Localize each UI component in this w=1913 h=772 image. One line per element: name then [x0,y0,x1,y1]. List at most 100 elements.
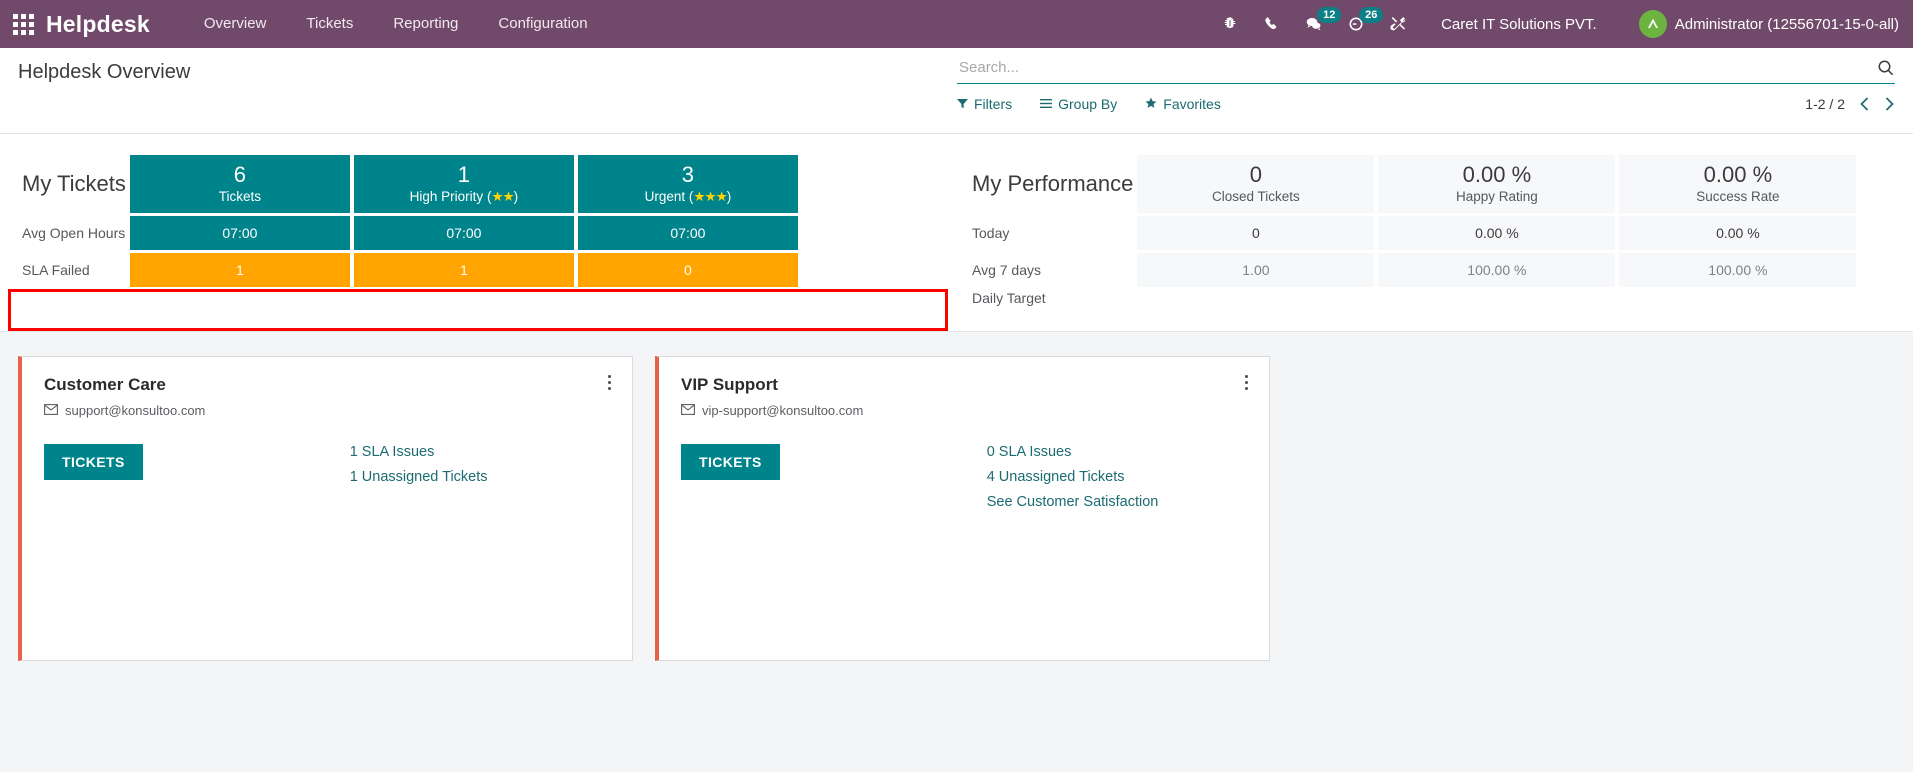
facets-row: Filters Group By Favorites 1-2 / 2 [957,96,1895,112]
tickets-button[interactable]: TICKETS [44,444,143,480]
team-card-vip-support[interactable]: VIP Support vip-support@konsultoo.com TI… [655,356,1270,661]
team-card-email-text: support@konsultoo.com [65,403,206,418]
avatar [1638,10,1667,38]
activity-clock-icon[interactable]: 26 [1335,0,1384,48]
control-panel: Helpdesk Overview Filters Group By [0,48,1913,134]
team-card-links: 0 SLA Issues 4 Unassigned Tickets See Cu… [987,444,1159,510]
user-menu[interactable]: Administrator (12556701-15-0-all) [1613,10,1899,38]
tile-tickets[interactable]: 6 Tickets [129,155,350,213]
company-selector[interactable]: Caret IT Solutions PVT. [1419,16,1613,33]
success-rate-label: Success Rate [1696,189,1780,204]
kebab-menu-icon[interactable] [1237,371,1255,393]
link-sla-issues[interactable]: 1 SLA Issues [350,444,488,460]
app-brand[interactable]: Helpdesk [46,11,150,38]
link-unassigned-tickets[interactable]: 4 Unassigned Tickets [987,469,1159,485]
favorites-button[interactable]: Favorites [1145,96,1221,112]
avg-open-hours-tickets[interactable]: 07:00 [129,216,350,250]
team-card-body: TICKETS 1 SLA Issues 1 Unassigned Ticket… [44,444,612,485]
closed-tickets-label: Closed Tickets [1211,189,1300,204]
chat-icon[interactable]: 12 [1293,0,1342,48]
pager-count: 1-2 / 2 [1805,96,1845,112]
search-input[interactable] [957,56,1877,79]
search-bar[interactable] [957,56,1895,84]
avg-open-hours-high-priority[interactable]: 07:00 [353,216,574,250]
envelope-icon [44,403,58,418]
page-title: Helpdesk Overview [18,61,191,83]
happy-rating-value: 0.00 % [1462,162,1532,187]
tile-urgent-value: 3 [681,162,695,187]
closed-tickets-value: 0 [1249,162,1263,187]
my-tickets-panel: My Tickets 6 Tickets 1 High Priority (★★… [0,134,950,331]
table-row: Avg 7 days 1.00 100.00 % 100.00 % [954,253,1857,287]
search-icon[interactable] [1877,59,1895,77]
tickets-button[interactable]: TICKETS [681,444,780,480]
table-row: My Performance 0 Closed Tickets 0.00 % H… [954,155,1857,213]
link-sla-issues[interactable]: 0 SLA Issues [987,444,1159,460]
happy-rating-label: Happy Rating [1455,189,1538,204]
next-page-icon[interactable] [1884,97,1895,111]
table-row: SLA Failed 1 1 0 [4,253,798,287]
star-icon [1145,96,1157,112]
team-card-email-text: vip-support@konsultoo.com [702,403,864,418]
favorites-label: Favorites [1163,96,1221,112]
phone-icon[interactable] [1251,0,1293,48]
table-row: Today 0 0.00 % 0.00 % [954,216,1857,250]
team-card-links: 1 SLA Issues 1 Unassigned Tickets [350,444,488,485]
my-performance-panel: My Performance 0 Closed Tickets 0.00 % H… [950,134,1913,331]
user-name: Administrator (12556701-15-0-all) [1674,15,1899,33]
row-label-sla-failed: SLA Failed [22,262,90,278]
menu-item-configuration[interactable]: Configuration [478,0,607,48]
avg-open-hours-urgent[interactable]: 07:00 [577,216,798,250]
apps-grid-icon[interactable] [0,0,46,48]
team-card-title: VIP Support [681,375,778,394]
pager: 1-2 / 2 [1805,96,1895,112]
priority-stars-icon: ★★ [491,189,514,204]
sla-failed-tickets[interactable]: 1 [129,253,350,287]
row-label-daily-target: Daily Target [972,290,1046,306]
navbar-right-section: 12 26 Caret IT Solutions PVT. Administra… [1209,0,1899,48]
my-tickets-table: My Tickets 6 Tickets 1 High Priority (★★… [0,152,802,290]
team-cards-area: Customer Care support@konsultoo.com TICK… [0,332,1913,661]
group-by-button[interactable]: Group By [1040,96,1117,112]
tile-urgent-label: Urgent [644,189,686,204]
avg7-success-rate: 0.00 % [1619,216,1857,250]
target-happy-rating: 100.00 % [1378,253,1616,287]
link-customer-satisfaction[interactable]: See Customer Satisfaction [987,494,1159,510]
team-card-email: support@konsultoo.com [44,403,612,418]
menu-item-reporting[interactable]: Reporting [373,0,478,48]
tile-urgent[interactable]: 3 Urgent (★★★) [577,155,798,213]
tile-tickets-value: 6 [233,162,247,187]
bug-icon[interactable] [1209,0,1251,48]
top-navbar: Helpdesk Overview Tickets Reporting Conf… [0,0,1913,48]
sla-failed-highlight-box [8,289,948,331]
menu-item-overview[interactable]: Overview [184,0,287,48]
team-card-email: vip-support@konsultoo.com [681,403,1249,418]
cell-closed-tickets: 0 Closed Tickets [1137,155,1375,213]
row-label-avg-open-hours: Avg Open Hours [22,225,126,241]
filters-label: Filters [974,96,1013,112]
tile-high-priority-label: High Priority [409,189,484,204]
search-area: Filters Group By Favorites 1-2 / 2 [957,56,1895,112]
sla-failed-high-priority[interactable]: 1 [353,253,574,287]
tile-high-priority[interactable]: 1 High Priority (★★) [353,155,574,213]
previous-page-icon[interactable] [1859,97,1870,111]
team-card-title: Customer Care [44,375,166,394]
kebab-menu-icon[interactable] [600,371,618,393]
my-tickets-title: My Tickets [22,171,126,196]
menu-item-tickets[interactable]: Tickets [286,0,373,48]
urgent-stars-icon: ★★★ [693,189,727,204]
group-by-label: Group By [1058,96,1118,112]
target-closed-tickets: 1.00 [1137,253,1375,287]
table-row: Avg Open Hours 07:00 07:00 07:00 [4,216,798,250]
filter-icon [957,96,968,112]
tools-icon[interactable] [1377,0,1419,48]
filters-button[interactable]: Filters [957,96,1012,112]
tile-tickets-label: Tickets [218,189,262,204]
row-label-today: Today [972,225,1010,241]
success-rate-value: 0.00 % [1703,162,1773,187]
tile-high-priority-value: 1 [457,162,471,187]
team-card-customer-care[interactable]: Customer Care support@konsultoo.com TICK… [18,356,633,661]
sla-failed-urgent[interactable]: 0 [577,253,798,287]
link-unassigned-tickets[interactable]: 1 Unassigned Tickets [350,469,488,485]
target-success-rate: 100.00 % [1619,253,1857,287]
